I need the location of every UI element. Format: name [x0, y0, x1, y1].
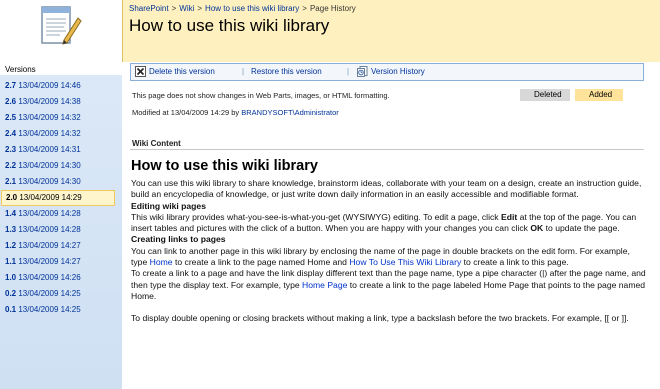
restore-version-button[interactable]: Restore this version: [251, 64, 322, 80]
version-item[interactable]: 2.4 13/04/2009 14:32: [1, 126, 115, 142]
version-number: 2.7: [5, 81, 17, 90]
breadcrumb-separator: >: [197, 4, 203, 13]
version-item[interactable]: 2.6 13/04/2009 14:38: [1, 94, 115, 110]
version-date: 13/04/2009 14:27: [18, 257, 81, 266]
version-item[interactable]: 1.4 13/04/2009 14:28: [1, 206, 115, 222]
edit-keyword: Edit: [500, 211, 518, 222]
editing-text-3: to update the page.: [543, 223, 620, 234]
version-date: 13/04/2009 14:32: [18, 129, 81, 138]
breadcrumb-wiki-page[interactable]: How to use this wiki library: [205, 4, 299, 13]
version-number: 2.2: [5, 161, 17, 170]
version-list: 2.7 13/04/2009 14:46 2.6 13/04/2009 14:38…: [0, 75, 122, 389]
legend-added: Added: [575, 89, 623, 101]
version-date: 13/04/2009 14:25: [18, 305, 81, 314]
wiki-content-label: Wiki Content: [132, 139, 181, 148]
version-number: 2.3: [5, 145, 17, 154]
version-date: 13/04/2009 14:32: [18, 113, 81, 122]
version-item[interactable]: 0.1 13/04/2009 14:25: [1, 302, 115, 318]
no-changes-note: This page does not show changes in Web P…: [132, 91, 390, 100]
breadcrumb-current: Page History: [309, 4, 356, 13]
version-date: 13/04/2009 14:38: [18, 97, 81, 106]
version-toolbar: Delete this version | Restore this versi…: [130, 63, 644, 81]
logo-area: [0, 0, 122, 62]
version-number: 2.6: [5, 97, 17, 106]
links-text-2: to create a link to the page named Home …: [172, 257, 350, 268]
links-paragraph: You can link to another page in this wik…: [131, 246, 647, 269]
delete-icon: [135, 66, 146, 78]
version-number: 2.0: [6, 193, 18, 202]
delete-version-button[interactable]: Delete this version: [135, 64, 215, 80]
version-item[interactable]: 2.0 13/04/2009 14:29: [1, 190, 115, 206]
version-history-button[interactable]: Version History: [357, 64, 425, 80]
version-item[interactable]: 1.1 13/04/2009 14:27: [1, 254, 115, 270]
version-date: 13/04/2009 14:27: [18, 241, 81, 250]
version-number: 2.5: [5, 113, 17, 122]
version-date: 13/04/2009 14:30: [18, 177, 81, 186]
escape-paragraph: To display double opening or closing bra…: [131, 313, 629, 324]
version-item[interactable]: 0.2 13/04/2009 14:25: [1, 286, 115, 302]
editing-paragraph: This wiki library provides what-you-see-…: [131, 212, 647, 235]
wiki-title: How to use this wiki library: [131, 158, 318, 174]
version-date: 13/04/2009 14:26: [18, 273, 81, 282]
modified-info: Modified at 13/04/2009 14:29 by BRANDYSO…: [132, 108, 339, 117]
heading-editing: Editing wiki pages: [131, 200, 206, 211]
version-number: 0.1: [5, 305, 17, 314]
version-date: 13/04/2009 14:29: [19, 193, 82, 202]
content-divider: [130, 149, 644, 150]
version-item[interactable]: 1.0 13/04/2009 14:26: [1, 270, 115, 286]
delete-version-label: Delete this version: [149, 67, 215, 76]
version-history-icon: [357, 66, 368, 78]
breadcrumb-wiki[interactable]: Wiki: [179, 4, 194, 13]
version-date: 13/04/2009 14:46: [18, 81, 81, 90]
version-item[interactable]: 2.3 13/04/2009 14:31: [1, 142, 115, 158]
breadcrumb-sharepoint[interactable]: SharePoint: [129, 4, 169, 13]
modified-text: Modified at 13/04/2009 14:29 by: [132, 108, 240, 117]
left-pane: Versions 2.7 13/04/2009 14:46 2.6 13/04/2…: [0, 0, 122, 389]
toolbar-separator: |: [347, 67, 350, 76]
version-date: 13/04/2009 14:30: [18, 161, 81, 170]
version-number: 1.0: [5, 273, 17, 282]
version-date: 13/04/2009 14:25: [18, 289, 81, 298]
breadcrumb-separator: >: [302, 4, 307, 13]
version-number: 2.1: [5, 177, 17, 186]
editing-text-1: This wiki library provides what-you-see-…: [131, 211, 501, 222]
toolbar-separator: |: [242, 67, 245, 76]
wiki-intro: You can use this wiki library to share k…: [131, 178, 642, 200]
page-title: How to use this wiki library: [129, 16, 330, 35]
version-number: 2.4: [5, 129, 17, 138]
version-item[interactable]: 2.5 13/04/2009 14:32: [1, 110, 115, 126]
home-link[interactable]: Home: [150, 257, 173, 267]
legend-deleted: Deleted: [520, 89, 570, 101]
version-date: 13/04/2009 14:28: [18, 209, 81, 218]
modified-by-link[interactable]: BRANDYSOFT\Administrator: [241, 108, 339, 117]
breadcrumb: SharePoint > Wiki > How to use this wiki lib…: [129, 4, 356, 13]
wiki-body: You can use this wiki library to share k…: [131, 178, 647, 325]
version-number: 0.2: [5, 289, 17, 298]
version-item[interactable]: 1.3 13/04/2009 14:28: [1, 222, 115, 238]
version-date: 13/04/2009 14:28: [18, 225, 81, 234]
version-number: 1.1: [5, 257, 17, 266]
wiki-page-icon: [41, 6, 82, 45]
version-number: 1.3: [5, 225, 17, 234]
how-to-use-link[interactable]: How To Use This Wiki Library: [349, 257, 461, 267]
version-number: 1.4: [5, 209, 17, 218]
page-header: SharePoint > Wiki > How to use this wiki lib…: [122, 0, 660, 62]
ok-keyword: OK: [530, 223, 544, 234]
version-history-label: Version History: [371, 67, 425, 76]
version-item[interactable]: 2.1 13/04/2009 14:30: [1, 174, 115, 190]
versions-heading: Versions: [5, 65, 36, 74]
home-page-link[interactable]: Home Page: [302, 280, 347, 290]
version-item[interactable]: 2.7 13/04/2009 14:46: [1, 78, 115, 94]
version-item[interactable]: 1.2 13/04/2009 14:27: [1, 238, 115, 254]
version-item[interactable]: 2.2 13/04/2009 14:30: [1, 158, 115, 174]
heading-links: Creating links to pages: [131, 234, 226, 245]
links-text-3: to create a link to this page.: [461, 257, 569, 268]
version-date: 13/04/2009 14:31: [18, 145, 81, 154]
breadcrumb-separator: >: [171, 4, 177, 13]
version-number: 1.2: [5, 241, 17, 250]
display-paragraph: To create a link to a page and have the …: [131, 268, 647, 302]
